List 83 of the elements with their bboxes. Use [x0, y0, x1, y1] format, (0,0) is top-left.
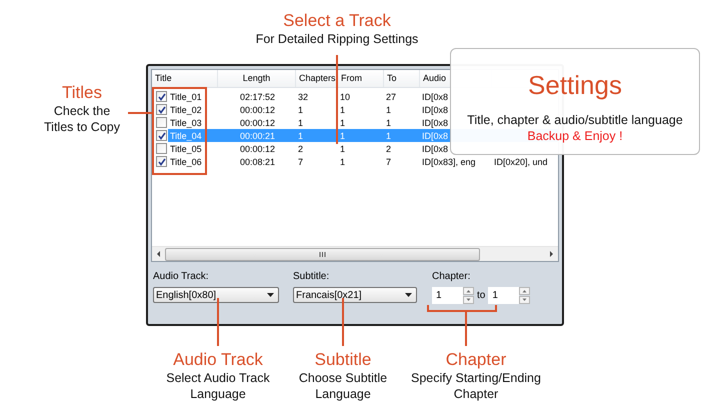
table-cell: 27 — [386, 92, 396, 102]
annotation-text: Check the Titles to Copy — [43, 103, 121, 135]
table-cell: 1 — [340, 144, 346, 154]
column-header[interactable]: Length — [218, 70, 296, 87]
table-cell: Title_04 — [170, 130, 202, 140]
annotation-title: Titles — [61, 83, 103, 103]
table-cell: 00:00:12 — [240, 104, 276, 114]
audio-track-dropdown[interactable]: English[0x80] — [153, 287, 279, 303]
scroll-right-icon[interactable] — [547, 250, 555, 258]
chapter-input[interactable]: 1 — [432, 287, 463, 304]
annotation-title: Select a Track — [282, 11, 392, 31]
scrollbar-thumb[interactable] — [165, 248, 480, 260]
annotation-text: Choose Subtitle Language — [298, 370, 388, 402]
checkbox[interactable] — [156, 156, 167, 167]
table-cell: 00:00:21 — [240, 130, 276, 140]
subtitle-dropdown[interactable]: Francais[0x21] — [293, 287, 417, 303]
checkbox[interactable] — [156, 91, 167, 102]
table-cell: ID[0x8 — [422, 144, 448, 154]
dropdown-caret-icon — [405, 293, 412, 297]
chapter-input[interactable]: 1 — [488, 287, 520, 304]
table-cell: 00:00:12 — [240, 118, 276, 128]
table-cell: Title_05 — [170, 144, 202, 154]
table-cell: 1 — [340, 130, 346, 140]
annotation-title: Chapter — [444, 350, 508, 370]
spin-down-icon[interactable] — [463, 296, 474, 304]
table-cell: ID[0x8 — [422, 118, 448, 128]
card-title: Settings — [528, 70, 622, 100]
checkbox[interactable] — [156, 117, 167, 128]
table-cell: 1 — [298, 104, 304, 114]
table-cell: 00:00:12 — [240, 144, 276, 154]
table-cell: 7 — [298, 156, 304, 166]
table-cell: ID[0x8 — [422, 104, 448, 114]
table-cell: Title_01 — [170, 92, 202, 102]
checkbox[interactable] — [156, 143, 167, 154]
annotation-text: For Detailed Ripping Settings — [256, 31, 418, 47]
table-cell: 1 — [386, 104, 392, 114]
table-cell: Title_03 — [170, 118, 202, 128]
table-cell: 00:08:21 — [240, 156, 276, 166]
table-cell: Title_06 — [170, 156, 202, 166]
table-cell: 02:17:52 — [240, 92, 276, 102]
table-cell: 2 — [386, 144, 392, 154]
range-separator: to — [477, 290, 486, 301]
table-cell: 7 — [386, 156, 392, 166]
grip-icon — [319, 252, 326, 256]
card-text: Title, chapter & audio/subtitle language — [467, 113, 683, 127]
leader-line — [128, 112, 152, 114]
table-cell: ID[0x8 — [422, 92, 448, 102]
table-cell: 1 — [340, 104, 346, 114]
table-cell: 1 — [386, 130, 392, 140]
checkbox[interactable] — [156, 104, 167, 115]
table-cell: 1 — [386, 118, 392, 128]
annotation-text: Specify Starting/Ending Chapter — [410, 370, 542, 402]
table-cell: 1 — [340, 118, 346, 128]
column-header[interactable]: To — [384, 70, 420, 87]
scroll-left-icon[interactable] — [155, 250, 163, 258]
table-cell: ID[0x83], eng — [422, 156, 476, 166]
dropdown-value: Francais[0x21] — [296, 290, 362, 300]
field-label: Chapter: — [432, 271, 472, 282]
annotation-text: Select Audio Track Language — [165, 370, 271, 402]
column-header[interactable]: Title — [152, 70, 218, 87]
field-label: Subtitle: — [293, 271, 330, 282]
leader-line — [217, 298, 219, 346]
table-cell: 2 — [298, 144, 304, 154]
table-cell: ID[0x20], und — [494, 156, 548, 166]
spin-up-icon[interactable] — [519, 287, 530, 295]
horizontal-scrollbar[interactable] — [152, 246, 558, 261]
table-cell: ID[0x8 — [422, 130, 448, 140]
dropdown-value: English[0x80] — [156, 290, 216, 300]
table-cell: 1 — [298, 130, 304, 140]
spin-up-icon[interactable] — [463, 287, 474, 295]
table-cell: 1 — [298, 118, 304, 128]
leader-line — [342, 298, 344, 346]
table-cell: 10 — [340, 92, 350, 102]
dropdown-caret-icon — [267, 293, 274, 297]
annotation-title: Subtitle — [314, 350, 372, 370]
checkbox[interactable] — [156, 130, 167, 141]
table-cell: 32 — [298, 92, 308, 102]
table-row[interactable]: Title_06 00:08:21 7 1 7 ID[0x83], eng ID[0x20], und — [168, 155, 558, 168]
table-cell: Title_02 — [170, 104, 202, 114]
field-label: Audio Track: — [153, 271, 210, 282]
annotation-title: Audio Track — [172, 350, 264, 370]
spin-down-icon[interactable] — [519, 296, 530, 304]
table-cell: 1 — [340, 156, 346, 166]
